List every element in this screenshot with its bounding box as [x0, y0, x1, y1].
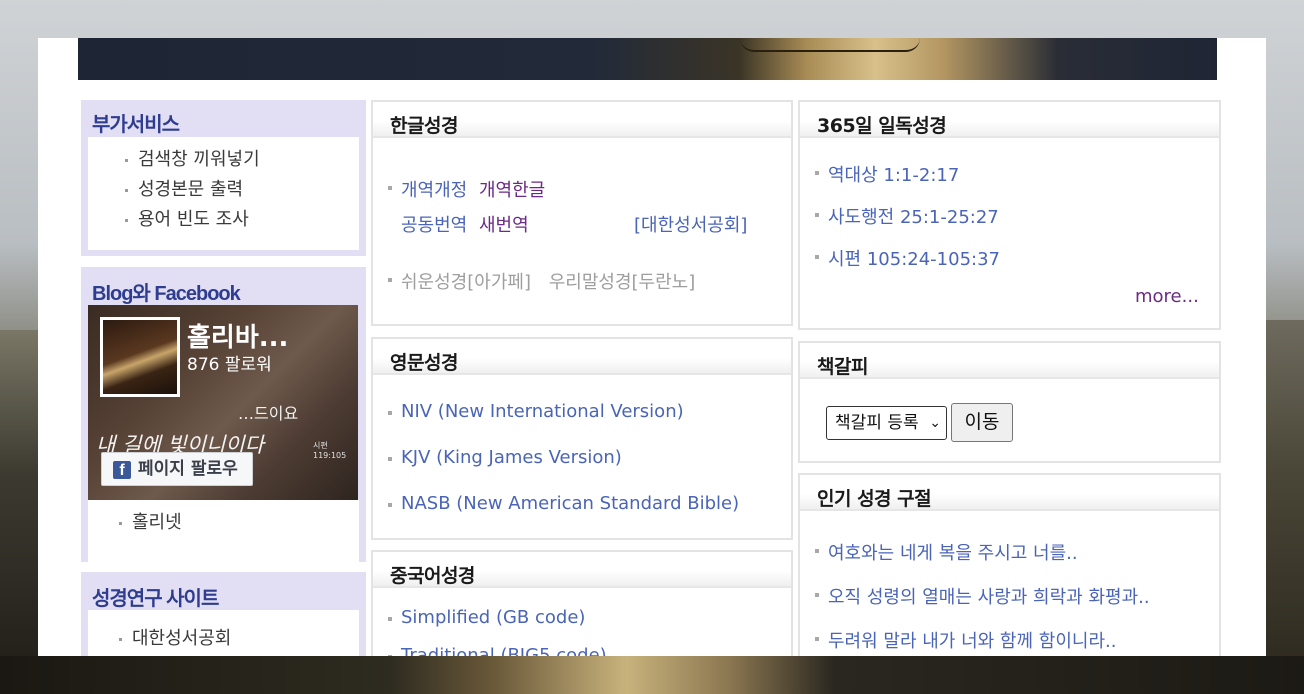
link-verse-2[interactable]: 오직 성령의 열매는 사랑과 희락과 화평과..	[828, 587, 1150, 608]
services-title: 부가서비스	[92, 114, 180, 136]
link-new-translation[interactable]: 새번역	[479, 215, 529, 236]
research-box: 성경연구 사이트 대한성서공회	[81, 572, 366, 656]
link-reading-1[interactable]: 역대상 1:1-2:17	[828, 165, 959, 186]
daily-reading-title: 365일 일독성경	[817, 115, 947, 137]
link-nasb[interactable]: NASB (New American Standard Bible)	[401, 493, 739, 514]
link-korean-bible-society[interactable]: [대한성서공회]	[634, 211, 747, 237]
english-bible-item: NIV (New International Version)	[373, 401, 684, 422]
bookmark-select[interactable]: 책갈피 등록 ⌄	[826, 406, 947, 440]
chinese-bible-title: 중국어성경	[390, 565, 475, 587]
service-item-search-embed[interactable]: 검색창 끼워넣기	[88, 145, 359, 175]
link-revised-korean[interactable]: 개역한글	[479, 180, 545, 201]
link-revised-new[interactable]: 개역개정	[401, 180, 467, 201]
link-verse-3[interactable]: 두려워 말라 내가 너와 함께 함이니라..	[828, 631, 1116, 652]
link-niv[interactable]: NIV (New International Version)	[401, 401, 684, 422]
more-link[interactable]: more...	[1135, 286, 1199, 307]
daily-reading-item: 사도행전 25:1-25:27	[800, 203, 999, 229]
link-woorimal-bible[interactable]: 우리말성경[두란노]	[549, 272, 696, 293]
chinese-bible-item: Simplified (GB code)	[373, 607, 585, 628]
blog-title: Blog와 Facebook	[92, 283, 241, 305]
background-left	[0, 330, 40, 694]
background-bottom	[0, 656, 1304, 694]
korean-bible-panel: 한글성경 개역개정 개역한글 공동번역 새번역 [대한성서공회] 쉬운성경[아가…	[371, 100, 793, 326]
korean-bible-row-2: 공동번역 새번역	[401, 211, 529, 237]
book-image	[740, 38, 920, 52]
link-reading-3[interactable]: 시편 105:24-105:37	[828, 249, 1000, 270]
daily-reading-panel: 365일 일독성경 역대상 1:1-2:17 사도행전 25:1-25:27 시…	[798, 100, 1221, 330]
popular-verse-item: 두려워 말라 내가 너와 함께 함이니라..	[800, 627, 1116, 653]
bookmark-panel: 책갈피 책갈피 등록 ⌄ 이동	[798, 341, 1221, 463]
service-item-print[interactable]: 성경본문 출력	[88, 175, 359, 205]
chinese-bible-panel: 중국어성경 Simplified (GB code) Traditional (…	[371, 550, 793, 656]
link-holynet[interactable]: 홀리넷	[88, 508, 359, 538]
english-bible-title: 영문성경	[390, 352, 458, 374]
link-common-translation[interactable]: 공동번역	[401, 215, 467, 236]
service-item-word-frequency[interactable]: 용어 빈도 조사	[88, 205, 359, 235]
bookmark-select-value: 책갈피 등록	[835, 413, 919, 433]
blog-box: Blog와 Facebook 홀리바... 876 팔로워 …드이요 내 길에 …	[81, 267, 366, 562]
korean-bible-title: 한글성경	[390, 115, 458, 137]
facebook-icon: f	[113, 461, 131, 479]
popular-verse-item: 여호와는 네게 복을 주시고 너를..	[800, 539, 1078, 565]
main-page: 부가서비스 검색창 끼워넣기 성경본문 출력 용어 빈도 조사 Blog와 Fa…	[38, 38, 1266, 656]
link-reading-2[interactable]: 사도행전 25:1-25:27	[828, 207, 999, 228]
link-easy-bible[interactable]: 쉬운성경[아가페]	[401, 272, 531, 293]
facebook-image-text-1: …드이요	[238, 404, 299, 423]
link-verse-1[interactable]: 여호와는 네게 복을 주시고 너를..	[828, 543, 1078, 564]
facebook-follow-button[interactable]: f 페이지 팔로우	[101, 452, 253, 486]
bookmark-title: 책갈피	[817, 356, 868, 378]
link-traditional[interactable]: Traditional (BIG5 code)	[401, 645, 607, 656]
link-simplified[interactable]: Simplified (GB code)	[401, 607, 585, 628]
english-bible-item: NASB (New American Standard Bible)	[373, 493, 739, 514]
facebook-followers: 876 팔로워	[187, 355, 272, 375]
facebook-image-text-3: 시편119:105	[313, 441, 347, 460]
chevron-down-icon: ⌄	[929, 415, 941, 431]
daily-reading-item: 역대상 1:1-2:17	[800, 161, 959, 187]
go-button[interactable]: 이동	[951, 403, 1013, 442]
header-banner	[78, 38, 1217, 80]
follow-button-label: 페이지 팔로우	[138, 459, 238, 479]
popular-verse-item: 오직 성령의 열매는 사랑과 희락과 화평과..	[800, 583, 1150, 609]
daily-reading-item: 시편 105:24-105:37	[800, 245, 1000, 271]
chinese-bible-item: Traditional (BIG5 code)	[373, 645, 607, 656]
facebook-widget[interactable]: 홀리바... 876 팔로워 …드이요 내 길에 빛이니이다 시편119:105…	[88, 305, 358, 500]
services-box: 부가서비스 검색창 끼워넣기 성경본문 출력 용어 빈도 조사	[81, 100, 366, 256]
link-kjv[interactable]: KJV (King James Version)	[401, 447, 622, 468]
link-bible-society[interactable]: 대한성서공회	[88, 624, 359, 654]
english-bible-panel: 영문성경 NIV (New International Version) KJV…	[371, 337, 793, 540]
english-bible-item: KJV (King James Version)	[373, 447, 622, 468]
background-right	[1264, 320, 1304, 694]
korean-bible-row-3: 쉬운성경[아가페] 우리말성경[두란노]	[373, 268, 791, 294]
popular-verses-panel: 인기 성경 구절 여호와는 네게 복을 주시고 너를.. 오직 성령의 열매는 …	[798, 473, 1221, 656]
facebook-page-name[interactable]: 홀리바...	[187, 317, 288, 354]
korean-bible-row-1: 개역개정 개역한글	[373, 176, 791, 202]
popular-verses-title: 인기 성경 구절	[817, 488, 932, 510]
research-title: 성경연구 사이트	[92, 588, 219, 610]
facebook-page-thumbnail[interactable]	[100, 317, 180, 397]
